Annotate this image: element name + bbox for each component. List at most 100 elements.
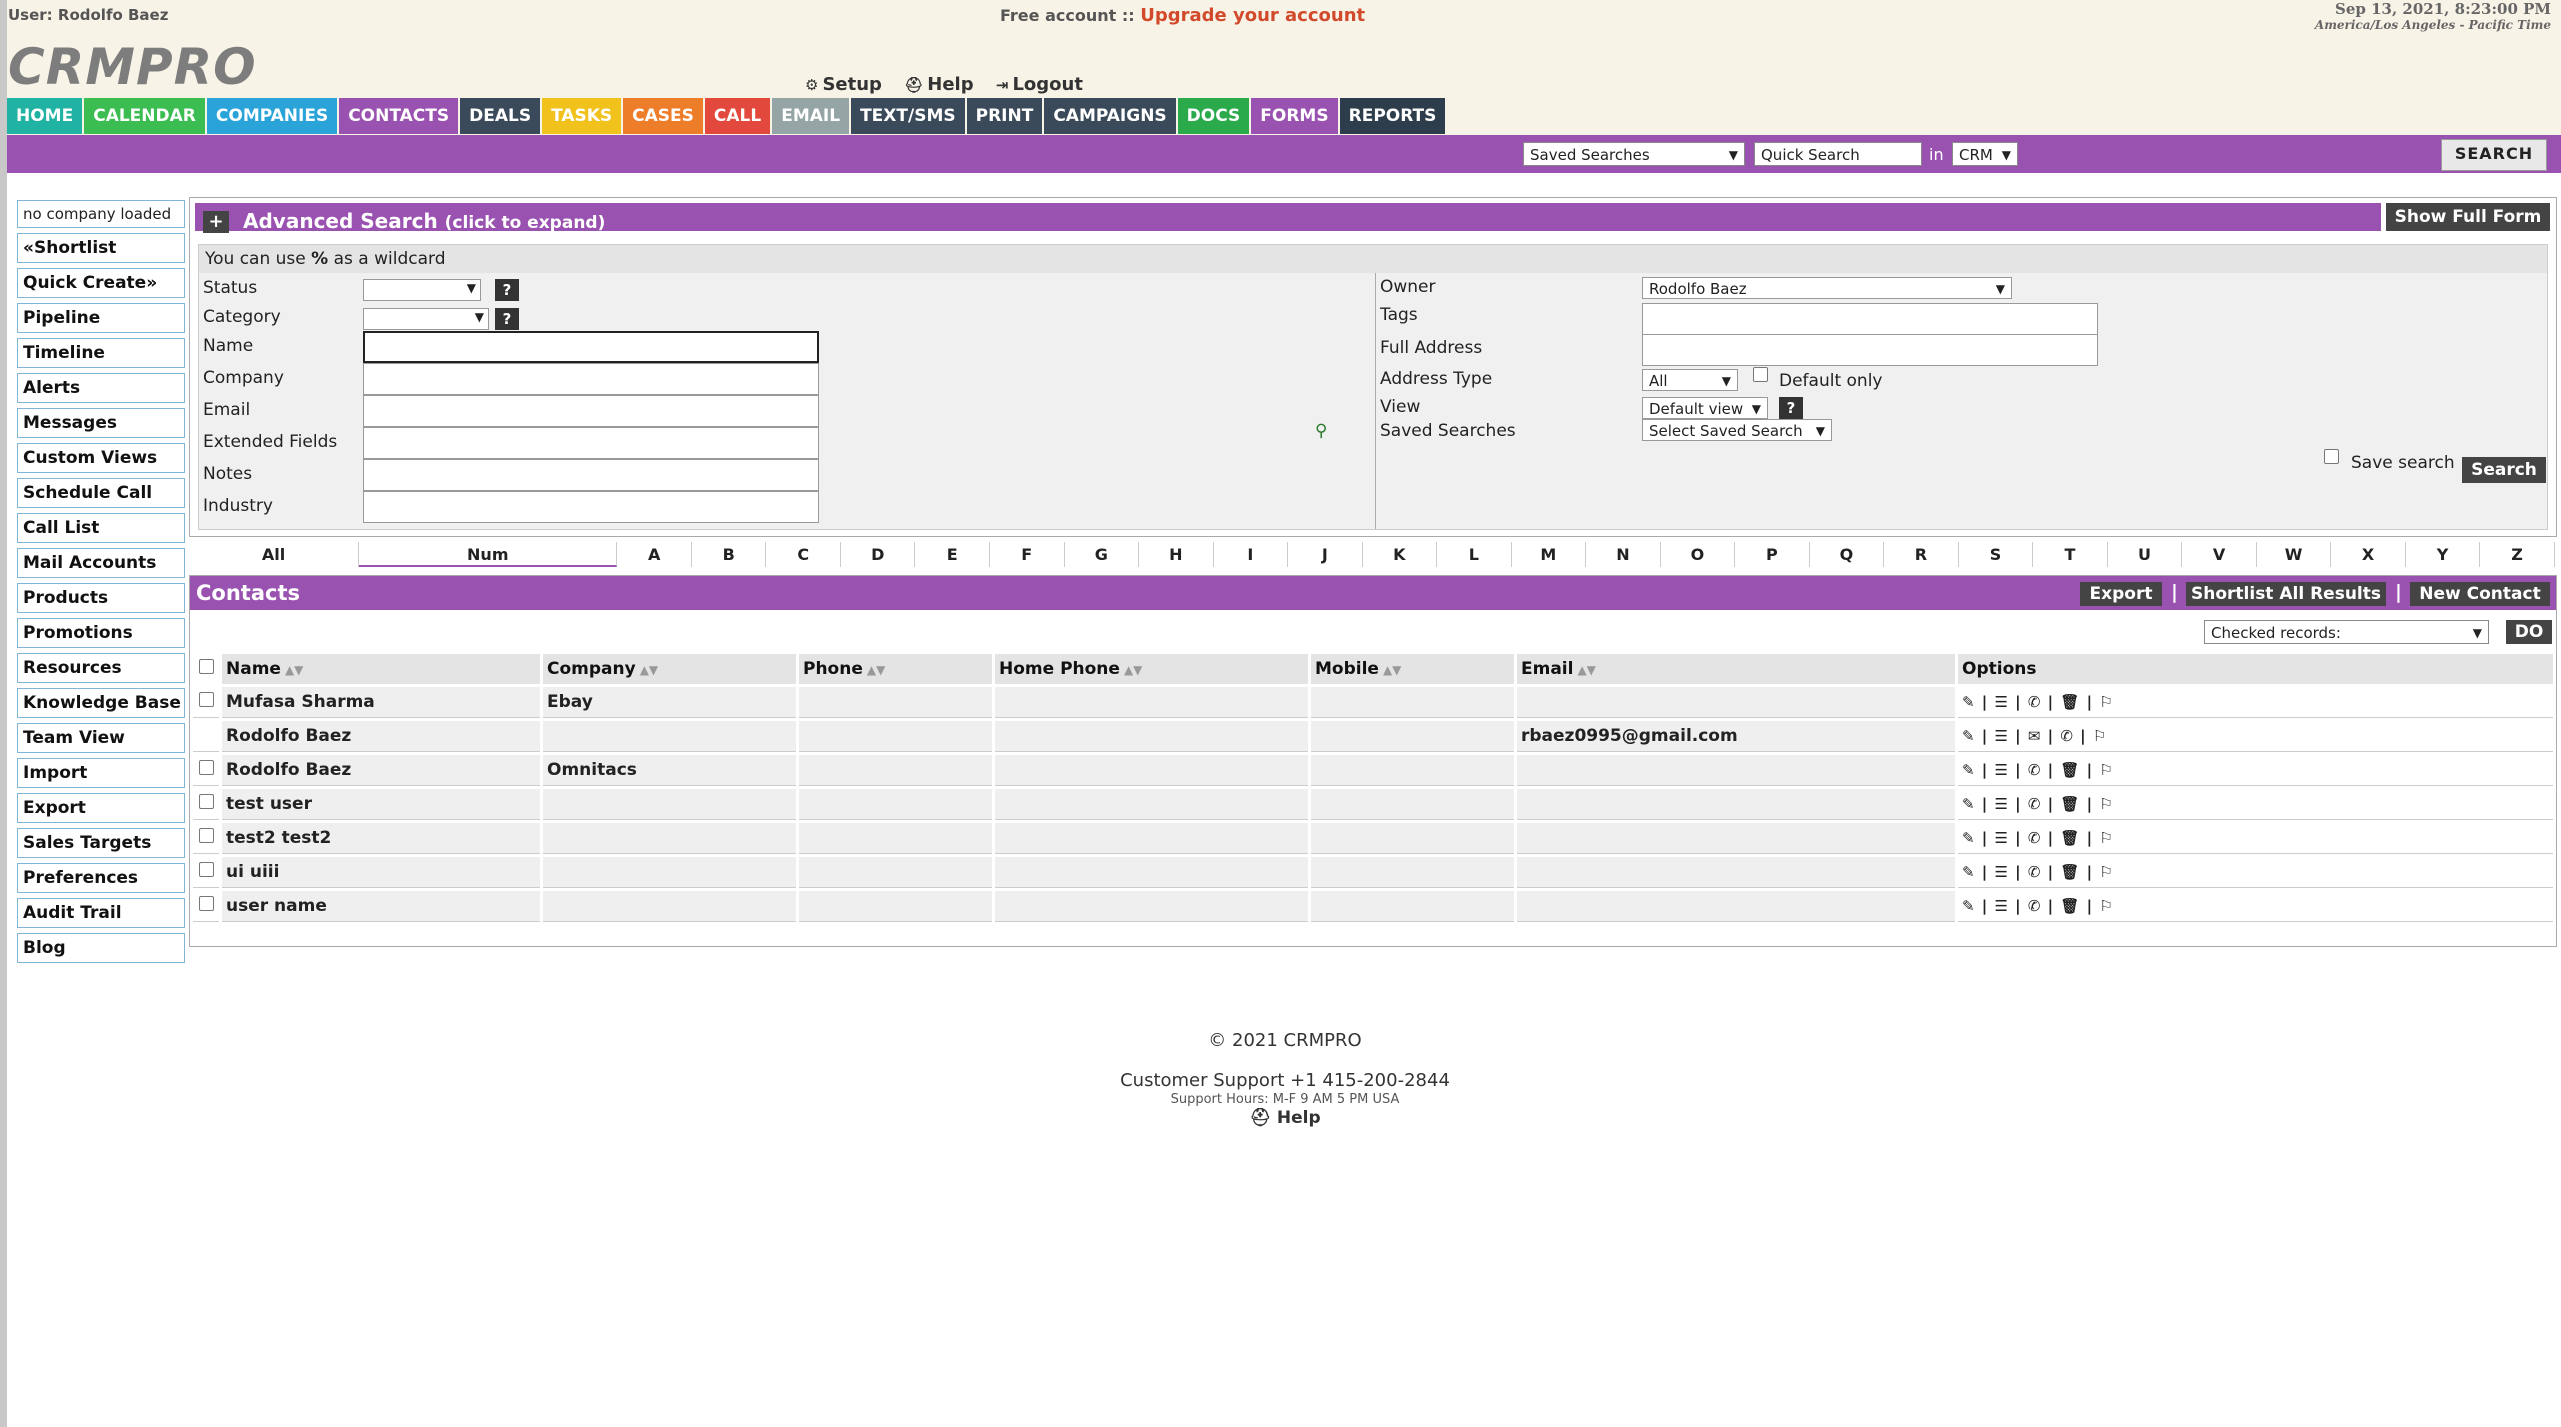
sidebar-item-import[interactable]: Import [17,758,185,788]
cell-email[interactable] [1517,687,1955,718]
new-contact-button[interactable]: New Contact [2410,582,2550,606]
sort-icon[interactable]: ▲▼ [285,663,303,677]
cell-email[interactable] [1517,857,1955,888]
row-checkbox[interactable] [198,828,214,843]
alpha-filter-n[interactable]: N [1586,542,1661,567]
advanced-search-header[interactable]: + Advanced Search (click to expand) [195,203,2381,233]
alpha-filter-b[interactable]: B [691,542,767,567]
nav-tab-forms[interactable]: FORMS [1251,98,1338,134]
sidebar-item-sales-targets[interactable]: Sales Targets [17,828,185,858]
alpha-filter-l[interactable]: L [1437,542,1512,567]
category-select[interactable]: ▼ [363,308,489,330]
cell-options[interactable]: ✎ | ☰ | ✆ | 🗑 | ⚐ [1958,891,2553,922]
cell-options[interactable]: ✎ | ☰ | ✆ | 🗑 | ⚐ [1958,789,2553,820]
cell-name[interactable]: test2 test2 [222,823,540,854]
alpha-filter-e[interactable]: E [915,542,990,567]
column-email[interactable]: Email ▲▼ [1517,654,1955,684]
alpha-filter-c[interactable]: C [766,542,841,567]
alpha-filter-num[interactable]: Num [359,542,618,567]
status-help-icon[interactable]: ? [495,279,519,301]
pin-icon[interactable]: ⚲ [1315,421,1327,441]
footer-help[interactable]: ⛑ Help [1000,1108,1570,1128]
nav-tab-text-sms[interactable]: TEXT/SMS [851,98,965,134]
setup-link[interactable]: Setup [822,74,881,95]
checked-records-select[interactable]: Checked records: ▼ [2204,620,2489,644]
nav-tab-email[interactable]: EMAIL [772,98,850,134]
nav-tab-cases[interactable]: CASES [623,98,703,134]
help-link[interactable]: Help [927,74,973,95]
sidebar-item-products[interactable]: Products [17,583,185,613]
alpha-filter-v[interactable]: V [2182,542,2257,567]
alpha-filter-z[interactable]: Z [2480,542,2555,567]
cell-company[interactable] [543,789,796,820]
sidebar-item-mail-accounts[interactable]: Mail Accounts [17,548,185,578]
view-select[interactable]: Default view ▼ [1642,397,1768,419]
saved-search-select[interactable]: Select Saved Search ▼ [1642,419,1832,441]
nav-tab-deals[interactable]: DEALS [460,98,541,134]
cell-options[interactable]: ✎ | ☰ | ✉ | ✆ | ⚐ [1958,721,2553,752]
cell-email[interactable] [1517,823,1955,854]
cell-email[interactable] [1517,891,1955,922]
sidebar-item-alerts[interactable]: Alerts [17,373,185,403]
save-search-checkbox[interactable] [2324,449,2339,464]
saved-searches-select[interactable]: Saved Searches ▼ [1523,142,1745,166]
scope-select[interactable]: CRM ▼ [1952,142,2018,166]
cell-company[interactable] [543,823,796,854]
quick-search-input[interactable]: Quick Search [1754,142,1922,166]
logout-link[interactable]: Logout [1012,74,1083,95]
column-name[interactable]: Name ▲▼ [222,654,540,684]
owner-select[interactable]: Rodolfo Baez ▼ [1642,277,2012,299]
shortlist-all-button[interactable]: Shortlist All Results [2186,582,2386,606]
alpha-filter-a[interactable]: A [617,542,692,567]
column-phone[interactable]: Phone ▲▼ [799,654,992,684]
status-select[interactable]: ▼ [363,279,481,301]
cell-email[interactable] [1517,789,1955,820]
sidebar-item-shortlist[interactable]: «Shortlist [17,233,185,263]
table-row[interactable]: Mufasa Sharma Ebay ✎ | ☰ | ✆ | 🗑 | ⚐ [193,687,2553,718]
table-row[interactable]: user name ✎ | ☰ | ✆ | 🗑 | ⚐ [193,891,2553,922]
table-row[interactable]: ui uiii ✎ | ☰ | ✆ | 🗑 | ⚐ [193,857,2553,888]
view-help-icon[interactable]: ? [1779,397,1803,419]
sidebar-item-call-list[interactable]: Call List [17,513,185,543]
sidebar-item-preferences[interactable]: Preferences [17,863,185,893]
row-checkbox[interactable] [198,760,214,775]
nav-tab-home[interactable]: HOME [7,98,83,134]
email-field[interactable] [363,395,819,427]
tags-field[interactable] [1642,303,2098,335]
cell-email[interactable] [1517,755,1955,786]
advanced-search-button[interactable]: Search [2462,457,2546,483]
row-checkbox[interactable] [198,862,214,877]
sidebar-item-quick-create[interactable]: Quick Create» [17,268,185,298]
nav-tab-calendar[interactable]: CALENDAR [84,98,205,134]
cell-company[interactable]: Omnitacs [543,755,796,786]
alpha-filter-j[interactable]: J [1288,542,1363,567]
sidebar-item-export[interactable]: Export [17,793,185,823]
search-button[interactable]: SEARCH [2441,139,2547,171]
cell-company[interactable] [543,857,796,888]
sort-icon[interactable]: ▲▼ [867,663,885,677]
cell-company[interactable] [543,721,796,752]
category-help-icon[interactable]: ? [495,308,519,330]
cell-name[interactable]: test user [222,789,540,820]
notes-field[interactable] [363,459,819,491]
cell-options[interactable]: ✎ | ☰ | ✆ | 🗑 | ⚐ [1958,857,2553,888]
alpha-filter-f[interactable]: F [990,542,1065,567]
cell-name[interactable]: Rodolfo Baez [222,755,540,786]
sidebar-item-audit-trail[interactable]: Audit Trail [17,898,185,928]
nav-tab-docs[interactable]: DOCS [1177,98,1250,134]
alpha-filter-y[interactable]: Y [2405,542,2481,567]
nav-tab-print[interactable]: PRINT [966,98,1043,134]
sidebar-item-messages[interactable]: Messages [17,408,185,438]
cell-email[interactable]: rbaez0995@gmail.com [1517,721,1955,752]
cell-company[interactable]: Ebay [543,687,796,718]
row-checkbox[interactable] [198,896,214,911]
alpha-filter-o[interactable]: O [1660,542,1736,567]
sidebar-item-custom-views[interactable]: Custom Views [17,443,185,473]
sort-icon[interactable]: ▲▼ [1577,663,1595,677]
nav-tab-companies[interactable]: COMPANIES [206,98,338,134]
cell-name[interactable]: ui uiii [222,857,540,888]
sidebar-item-knowledge-base[interactable]: Knowledge Base [17,688,185,718]
sidebar-item-schedule-call[interactable]: Schedule Call [17,478,185,508]
select-all-checkbox[interactable] [198,659,214,674]
alpha-filter-m[interactable]: M [1511,542,1587,567]
